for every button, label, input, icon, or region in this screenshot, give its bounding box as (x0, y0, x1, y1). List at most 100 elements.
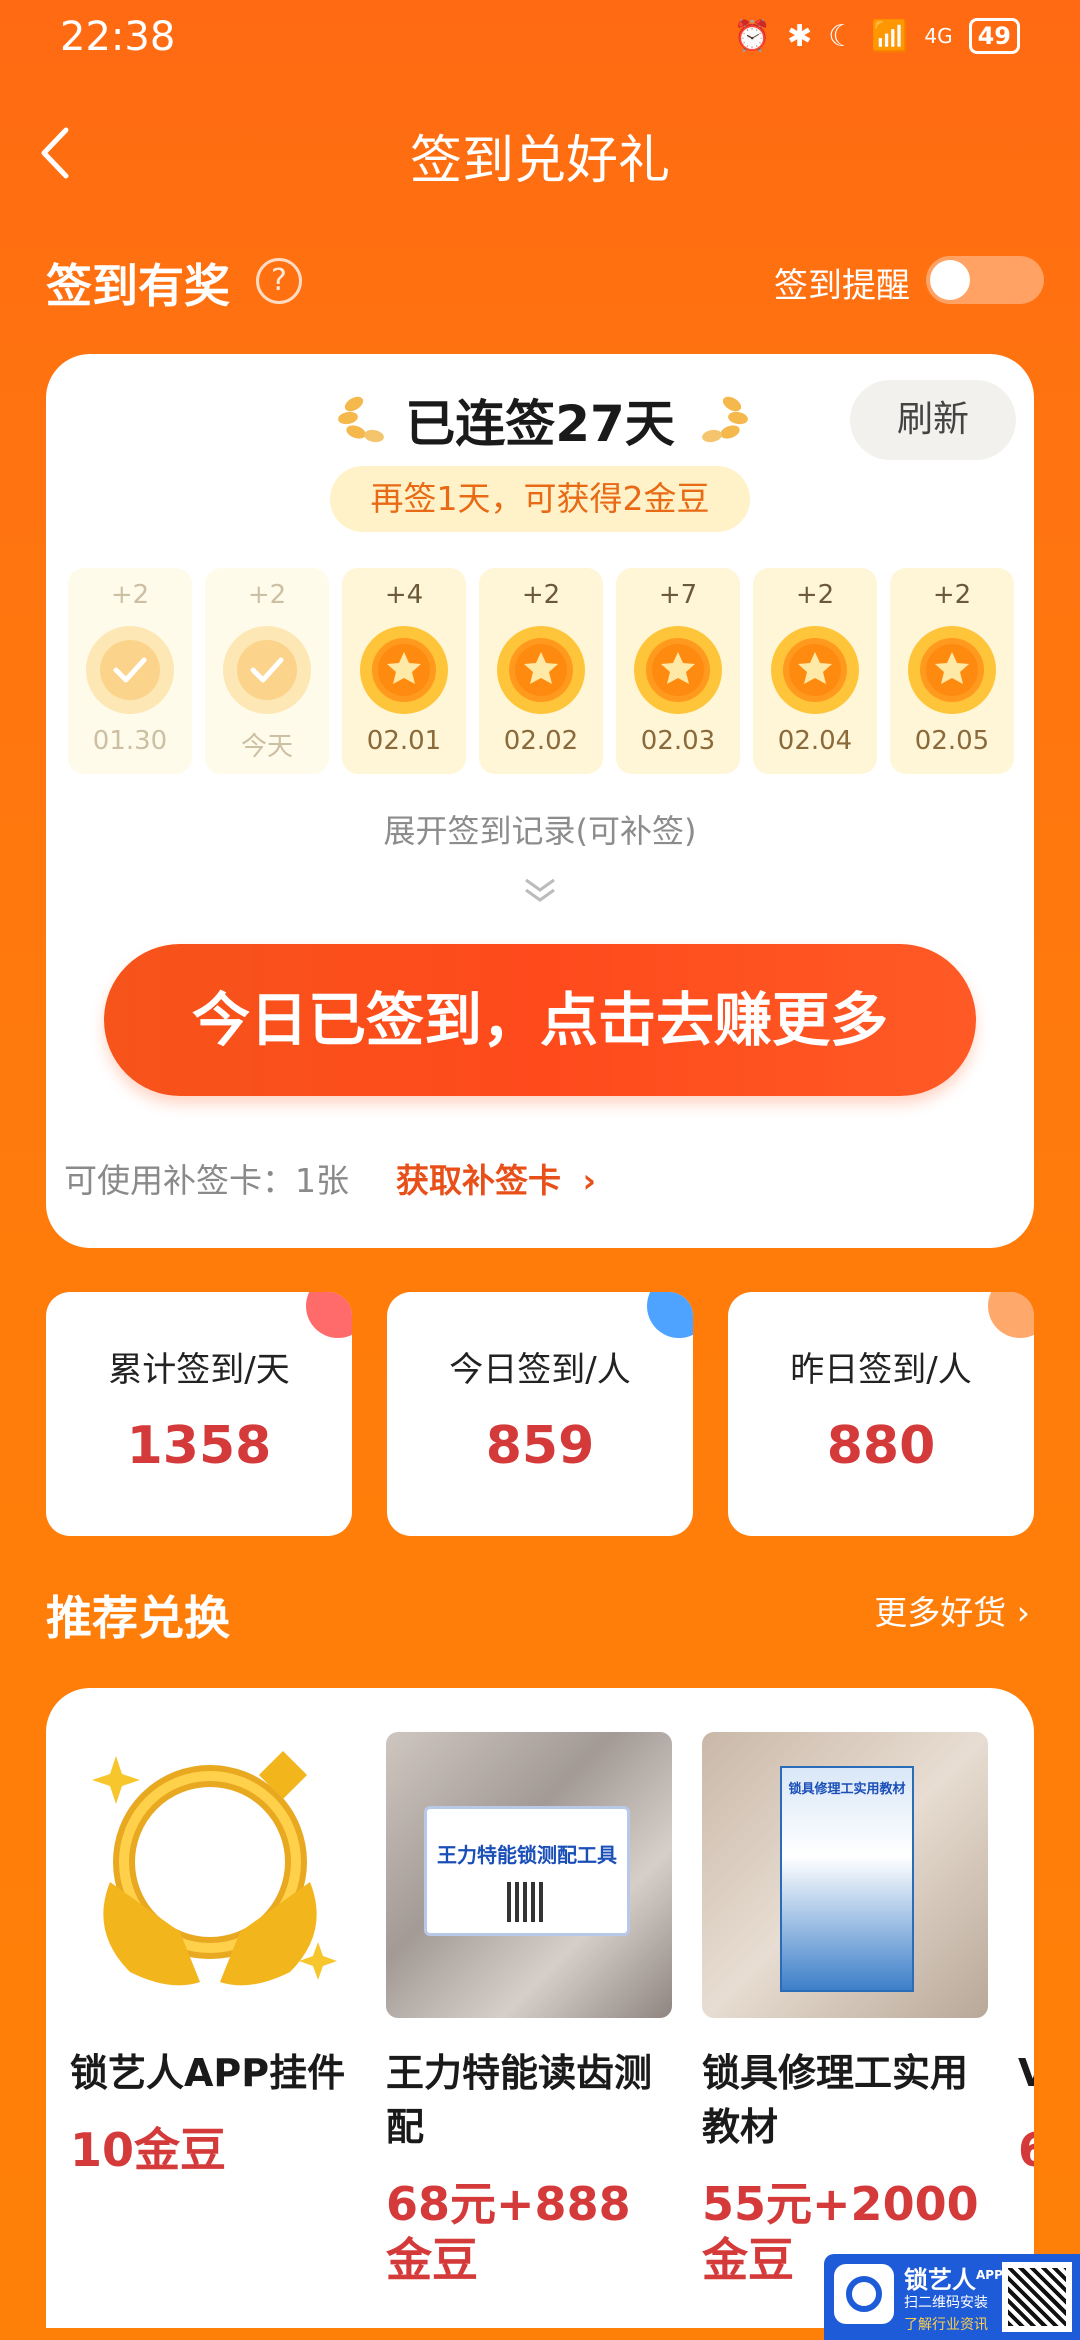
toggle-knob (930, 260, 970, 300)
status-time: 22:38 (60, 14, 176, 60)
stat-label: 累计签到/天 (108, 1350, 290, 1390)
stat-label: 昨日签到/人 (790, 1350, 972, 1390)
wifi-icon: 📶 (871, 18, 909, 54)
star-coin-icon (497, 626, 585, 714)
day-cell: +4 02.01 (342, 568, 466, 774)
product-price: 10金豆 (70, 2123, 227, 2177)
product-price: 68元+888金豆 (386, 2177, 631, 2287)
back-button[interactable] (28, 118, 88, 188)
reminder-label: 签到提醒 (774, 266, 910, 306)
product-price: 6 0 (1018, 2122, 1034, 2178)
stat-value: 880 (826, 1416, 936, 1476)
badge-line2: 了解行业资讯 (904, 2317, 988, 2333)
stat-corner-decoration (306, 1292, 352, 1338)
day-cell: +2 02.05 (890, 568, 1014, 774)
qr-code-icon (1002, 2262, 1072, 2332)
product-image-book: 锁具修理工实用教材 (702, 1732, 988, 2018)
moon-icon: ☾ (828, 18, 855, 54)
day-date: 02.03 (640, 726, 716, 756)
chevron-right-icon: › (1016, 1593, 1030, 1632)
day-points: +7 (658, 580, 698, 610)
stat-value: 1358 (126, 1416, 272, 1476)
day-strip: +2 01.30 +2 今天 +4 02.01 +2 02.02 +7 02.03 +2 02.04 +… (68, 568, 1016, 774)
badge-brand: 锁艺人 (904, 2266, 976, 2294)
product-item[interactable]: 锁艺人APP挂件 10金豆 (70, 1732, 356, 2178)
day-date: 02.01 (366, 726, 442, 756)
day-points: +4 (384, 580, 424, 610)
stat-card: 今日签到/人 859 (387, 1292, 693, 1536)
checkin-section-title: 签到有奖 (46, 259, 230, 313)
makeup-card-count: 可使用补签卡：1张 (64, 1161, 349, 1200)
star-coin-icon (908, 626, 996, 714)
product-card: 锁艺人APP挂件 10金豆 王力特能锁测配工具 王力特能读齿测配 68元+888… (46, 1688, 1034, 2328)
status-bar: 22:38 ⏰ ✱ ☾ 📶 4G 49 (0, 0, 1080, 80)
chevron-right-icon: › (582, 1161, 597, 1200)
star-coin-icon (634, 626, 722, 714)
earn-more-button[interactable]: 今日已签到，点击去赚更多 (104, 944, 976, 1096)
qr-icon (507, 1882, 547, 1922)
get-makeup-card-label: 获取补签卡 (396, 1161, 561, 1200)
medal-pendant-icon (92, 1750, 337, 1986)
day-date: 02.04 (777, 726, 853, 756)
star-coin-icon (771, 626, 859, 714)
nav-bar: 签到兑好礼 (0, 100, 1080, 210)
back-arrow-icon (41, 127, 69, 179)
network-label: 4G (924, 24, 953, 48)
day-cell: +2 今天 (205, 568, 329, 774)
stat-value: 859 (485, 1416, 595, 1476)
tool-box-label: 王力特能锁测配工具 (424, 1806, 630, 1936)
day-cell: +7 02.03 (616, 568, 740, 774)
double-chevron-down-icon[interactable] (520, 870, 560, 910)
day-date: 02.02 (503, 726, 579, 756)
day-points: +2 (521, 580, 561, 610)
battery-icon: 49 (968, 18, 1020, 54)
alarm-icon: ⏰ (733, 18, 771, 54)
stat-card: 昨日签到/人 880 (728, 1292, 1034, 1536)
reward-tip: 再签1天，可获得2金豆 (330, 466, 750, 532)
checkin-card: 已连签27天 刷新 再签1天，可获得2金豆 +2 01.30 +2 今天 +4 02.01… (46, 354, 1034, 1248)
bluetooth-icon: ✱ (786, 18, 813, 54)
product-name: 锁具修理工实用教材 (702, 2051, 969, 2149)
get-makeup-card-link[interactable]: 获取补签卡 › (396, 1154, 596, 1202)
status-icons: ⏰ ✱ ☾ 📶 4G 49 (734, 18, 1020, 54)
product-item[interactable]: 王力特能锁测配工具 王力特能读齿测配 68元+888金豆 (386, 1732, 672, 2288)
reminder-toggle[interactable] (926, 256, 1044, 304)
day-date: 今天 (240, 732, 293, 762)
stat-card: 累计签到/天 1358 (46, 1292, 352, 1536)
laurel-right-icon (702, 396, 748, 443)
product-item[interactable]: V福 6 0 (1018, 1732, 1034, 2178)
product-name: V福 (1018, 2051, 1034, 2095)
day-points: +2 (932, 580, 972, 610)
expand-record-link[interactable]: 展开签到记录(可补签) (46, 806, 1034, 852)
badge-sup: APP (976, 2268, 1003, 2282)
product-image-pendant (70, 1732, 356, 2018)
book-cover-title: 锁具修理工实用教材 (788, 1782, 906, 1797)
stat-corner-decoration (988, 1292, 1034, 1338)
day-cell: +2 02.04 (753, 568, 877, 774)
stat-corner-decoration (647, 1292, 693, 1338)
product-image (1018, 1732, 1034, 2018)
day-points: +2 (247, 580, 287, 610)
more-goods-link[interactable]: 更多好货 › (874, 1586, 1030, 1634)
day-date: 01.30 (92, 726, 168, 756)
badge-line1: 扫二维码安装 (904, 2295, 988, 2311)
help-icon[interactable]: ? (256, 258, 302, 304)
brand-logo-icon (834, 2264, 894, 2324)
refresh-button[interactable]: 刷新 (850, 380, 1016, 460)
product-item[interactable]: 锁具修理工实用教材 锁具修理工实用教材 55元+2000金豆 (702, 1732, 988, 2288)
more-goods-label: 更多好货 (874, 1593, 1007, 1632)
product-image-tool: 王力特能锁测配工具 (386, 1732, 672, 2018)
page-title: 签到兑好礼 (409, 131, 670, 191)
day-cell: +2 01.30 (68, 568, 192, 774)
check-coin-icon (223, 626, 311, 714)
day-cell: +2 02.02 (479, 568, 603, 774)
product-name: 锁艺人APP挂件 (70, 2051, 346, 2095)
stat-label: 今日签到/人 (449, 1350, 631, 1390)
day-points: +2 (795, 580, 835, 610)
star-coin-icon (360, 626, 448, 714)
app-install-badge[interactable]: 锁艺人APP 扫二维码安装 了解行业资讯 (824, 2254, 1080, 2340)
tool-box-text: 王力特能锁测配工具 (437, 1843, 617, 1867)
recommend-title: 推荐兑换 (46, 1591, 230, 1645)
check-coin-icon (86, 626, 174, 714)
day-date: 02.05 (914, 726, 990, 756)
